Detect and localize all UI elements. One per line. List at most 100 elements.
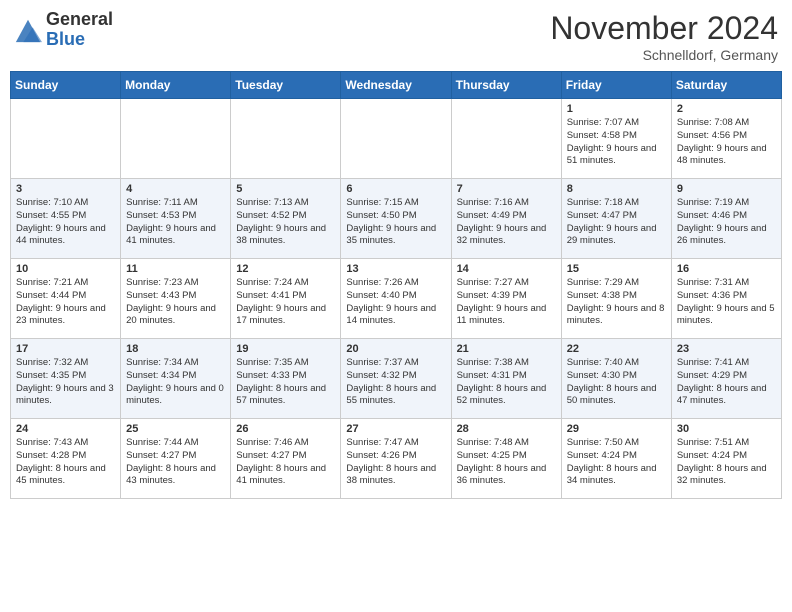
calendar-cell: 6 Sunrise: 7:15 AM Sunset: 4:50 PM Daylig…	[341, 179, 451, 259]
calendar-cell: 7 Sunrise: 7:16 AM Sunset: 4:49 PM Daylig…	[451, 179, 561, 259]
weekday-header-saturday: Saturday	[671, 72, 781, 99]
weekday-header-thursday: Thursday	[451, 72, 561, 99]
month-title: November 2024	[550, 10, 778, 47]
day-info: Sunrise: 7:51 AM Sunset: 4:24 PM Dayligh…	[677, 437, 776, 488]
calendar-week-row: 24 Sunrise: 7:43 AM Sunset: 4:28 PM Dayli…	[11, 419, 782, 499]
day-info: Sunrise: 7:32 AM Sunset: 4:35 PM Dayligh…	[16, 357, 115, 408]
calendar-week-row: 3 Sunrise: 7:10 AM Sunset: 4:55 PM Daylig…	[11, 179, 782, 259]
calendar-cell: 4Sunrise: 7:11 AM Sunset: 4:53 PM Daylig…	[121, 179, 231, 259]
day-info: Sunrise: 7:18 AM Sunset: 4:47 PM Dayligh…	[567, 197, 666, 248]
weekday-header-friday: Friday	[561, 72, 671, 99]
calendar-cell: 3 Sunrise: 7:10 AM Sunset: 4:55 PM Daylig…	[11, 179, 121, 259]
day-number: 16	[677, 263, 776, 275]
day-info: Sunrise: 7:26 AM Sunset: 4:40 PM Dayligh…	[346, 277, 445, 328]
day-number: 1	[567, 103, 666, 115]
day-info: Sunrise: 7:35 AM Sunset: 4:33 PM Dayligh…	[236, 357, 335, 408]
day-number: 28	[457, 423, 556, 435]
calendar-cell: 13Sunrise: 7:26 AM Sunset: 4:40 PM Dayli…	[341, 259, 451, 339]
calendar-cell: 30 Sunrise: 7:51 AM Sunset: 4:24 PM Dayli…	[671, 419, 781, 499]
day-info: Sunrise: 7:27 AM Sunset: 4:39 PM Dayligh…	[457, 277, 556, 328]
day-info: Sunrise: 7:11 AM Sunset: 4:53 PM Dayligh…	[126, 197, 225, 248]
day-number: 26	[236, 423, 335, 435]
day-info: Sunrise: 7:47 AM Sunset: 4:26 PM Dayligh…	[346, 437, 445, 488]
day-info: Sunrise: 7:44 AM Sunset: 4:27 PM Dayligh…	[126, 437, 225, 488]
calendar-cell: 14 Sunrise: 7:27 AM Sunset: 4:39 PM Dayli…	[451, 259, 561, 339]
weekday-header-wednesday: Wednesday	[341, 72, 451, 99]
day-number: 8	[567, 183, 666, 195]
calendar-cell: 9 Sunrise: 7:19 AM Sunset: 4:46 PM Daylig…	[671, 179, 781, 259]
calendar-cell: 16Sunrise: 7:31 AM Sunset: 4:36 PM Dayli…	[671, 259, 781, 339]
weekday-header-monday: Monday	[121, 72, 231, 99]
day-number: 18	[126, 343, 225, 355]
logo-text: General Blue	[46, 10, 113, 50]
day-number: 11	[126, 263, 225, 275]
title-block: November 2024 Schnelldorf, Germany	[550, 10, 778, 63]
day-info: Sunrise: 7:16 AM Sunset: 4:49 PM Dayligh…	[457, 197, 556, 248]
day-number: 5	[236, 183, 335, 195]
page-header: General Blue November 2024 Schnelldorf, …	[10, 10, 782, 63]
day-number: 24	[16, 423, 115, 435]
day-number: 19	[236, 343, 335, 355]
calendar-cell	[451, 99, 561, 179]
calendar-week-row: 10 Sunrise: 7:21 AM Sunset: 4:44 PM Dayli…	[11, 259, 782, 339]
calendar-cell: 25Sunrise: 7:44 AM Sunset: 4:27 PM Dayli…	[121, 419, 231, 499]
day-number: 12	[236, 263, 335, 275]
day-number: 7	[457, 183, 556, 195]
calendar-cell: 1 Sunrise: 7:07 AM Sunset: 4:58 PM Daylig…	[561, 99, 671, 179]
day-number: 9	[677, 183, 776, 195]
day-number: 3	[16, 183, 115, 195]
calendar-table: SundayMondayTuesdayWednesdayThursdayFrid…	[10, 71, 782, 499]
location-subtitle: Schnelldorf, Germany	[550, 47, 778, 63]
calendar-cell: 28Sunrise: 7:48 AM Sunset: 4:25 PM Dayli…	[451, 419, 561, 499]
calendar-cell: 11 Sunrise: 7:23 AM Sunset: 4:43 PM Dayli…	[121, 259, 231, 339]
day-number: 15	[567, 263, 666, 275]
calendar-cell	[341, 99, 451, 179]
calendar-cell: 15Sunrise: 7:29 AM Sunset: 4:38 PM Dayli…	[561, 259, 671, 339]
day-info: Sunrise: 7:21 AM Sunset: 4:44 PM Dayligh…	[16, 277, 115, 328]
day-number: 17	[16, 343, 115, 355]
calendar-cell: 5Sunrise: 7:13 AM Sunset: 4:52 PM Daylig…	[231, 179, 341, 259]
calendar-week-row: 1 Sunrise: 7:07 AM Sunset: 4:58 PM Daylig…	[11, 99, 782, 179]
day-info: Sunrise: 7:19 AM Sunset: 4:46 PM Dayligh…	[677, 197, 776, 248]
day-info: Sunrise: 7:07 AM Sunset: 4:58 PM Dayligh…	[567, 117, 666, 168]
calendar-cell: 27 Sunrise: 7:47 AM Sunset: 4:26 PM Dayli…	[341, 419, 451, 499]
calendar-cell: 10 Sunrise: 7:21 AM Sunset: 4:44 PM Dayli…	[11, 259, 121, 339]
weekday-header-row: SundayMondayTuesdayWednesdayThursdayFrid…	[11, 72, 782, 99]
calendar-cell	[11, 99, 121, 179]
day-info: Sunrise: 7:40 AM Sunset: 4:30 PM Dayligh…	[567, 357, 666, 408]
weekday-header-tuesday: Tuesday	[231, 72, 341, 99]
day-info: Sunrise: 7:43 AM Sunset: 4:28 PM Dayligh…	[16, 437, 115, 488]
day-info: Sunrise: 7:08 AM Sunset: 4:56 PM Dayligh…	[677, 117, 776, 168]
day-number: 14	[457, 263, 556, 275]
day-number: 30	[677, 423, 776, 435]
logo: General Blue	[14, 10, 113, 50]
day-info: Sunrise: 7:34 AM Sunset: 4:34 PM Dayligh…	[126, 357, 225, 408]
day-info: Sunrise: 7:24 AM Sunset: 4:41 PM Dayligh…	[236, 277, 335, 328]
day-number: 21	[457, 343, 556, 355]
calendar-cell	[231, 99, 341, 179]
day-info: Sunrise: 7:46 AM Sunset: 4:27 PM Dayligh…	[236, 437, 335, 488]
calendar-cell: 26 Sunrise: 7:46 AM Sunset: 4:27 PM Dayli…	[231, 419, 341, 499]
calendar-cell	[121, 99, 231, 179]
day-info: Sunrise: 7:23 AM Sunset: 4:43 PM Dayligh…	[126, 277, 225, 328]
day-info: Sunrise: 7:38 AM Sunset: 4:31 PM Dayligh…	[457, 357, 556, 408]
day-number: 22	[567, 343, 666, 355]
day-number: 20	[346, 343, 445, 355]
day-info: Sunrise: 7:15 AM Sunset: 4:50 PM Dayligh…	[346, 197, 445, 248]
calendar-cell: 24 Sunrise: 7:43 AM Sunset: 4:28 PM Dayli…	[11, 419, 121, 499]
day-number: 23	[677, 343, 776, 355]
calendar-cell: 19 Sunrise: 7:35 AM Sunset: 4:33 PM Dayli…	[231, 339, 341, 419]
calendar-cell: 21 Sunrise: 7:38 AM Sunset: 4:31 PM Dayli…	[451, 339, 561, 419]
logo-blue: Blue	[46, 29, 85, 49]
day-number: 10	[16, 263, 115, 275]
day-number: 2	[677, 103, 776, 115]
calendar-cell: 23 Sunrise: 7:41 AM Sunset: 4:29 PM Dayli…	[671, 339, 781, 419]
calendar-cell: 29Sunrise: 7:50 AM Sunset: 4:24 PM Dayli…	[561, 419, 671, 499]
day-info: Sunrise: 7:10 AM Sunset: 4:55 PM Dayligh…	[16, 197, 115, 248]
day-number: 29	[567, 423, 666, 435]
day-number: 6	[346, 183, 445, 195]
calendar-cell: 12 Sunrise: 7:24 AM Sunset: 4:41 PM Dayli…	[231, 259, 341, 339]
day-number: 27	[346, 423, 445, 435]
weekday-header-sunday: Sunday	[11, 72, 121, 99]
day-info: Sunrise: 7:41 AM Sunset: 4:29 PM Dayligh…	[677, 357, 776, 408]
